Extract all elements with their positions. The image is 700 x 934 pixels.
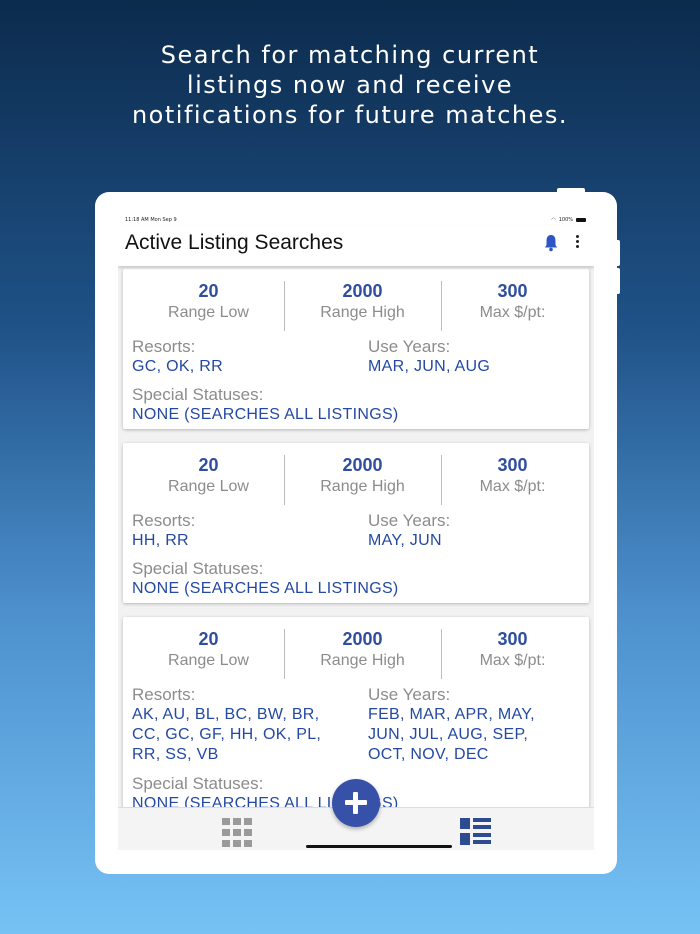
- list-view-icon[interactable]: [460, 818, 491, 845]
- range-high-stat: 2000 Range High: [285, 279, 440, 331]
- add-search-button[interactable]: [332, 779, 380, 827]
- use-years-label: Use Years:: [368, 685, 451, 704]
- status-bar: 11:18 AM Mon Sep 9 ◠ 100%: [118, 214, 594, 226]
- resorts-label: Resorts:: [132, 685, 196, 704]
- app-bar: Active Listing Searches: [118, 226, 594, 266]
- status-right: ◠ 100%: [551, 217, 586, 223]
- app-screen: 11:18 AM Mon Sep 9 ◠ 100% Active Listing…: [118, 214, 594, 850]
- resorts-label: Resorts:: [132, 511, 196, 530]
- grid-icon[interactable]: [222, 818, 253, 849]
- range-high-stat: 2000 Range High: [285, 453, 440, 505]
- range-low-stat: 20 Range Low: [131, 453, 286, 505]
- home-indicator: [306, 845, 452, 848]
- range-high-value: 2000: [342, 281, 383, 301]
- headline-line-2: listings now and receive: [186, 71, 514, 99]
- max-price-stat: 300 Max $/pt:: [435, 453, 590, 505]
- use-years-field: Use Years: MAY, JUN: [368, 511, 583, 551]
- use-years-value-line: FEB, MAR, APR, MAY,: [368, 706, 535, 723]
- range-low-value: 20: [198, 455, 219, 475]
- max-price-value: 300: [497, 281, 528, 301]
- resorts-value: GC, OK, RR: [132, 358, 224, 375]
- use-years-value-line: JUN, JUL, AUG, SEP,: [368, 726, 529, 743]
- resorts-field: Resorts: HH, RR: [132, 511, 352, 551]
- range-low-stat: 20 Range Low: [131, 627, 286, 679]
- max-price-label: Max $/pt:: [479, 304, 546, 321]
- range-low-value: 20: [198, 281, 219, 301]
- special-statuses-value: NONE (SEARCHES ALL LISTINGS): [132, 406, 399, 423]
- max-price-label: Max $/pt:: [479, 478, 546, 495]
- use-years-value-line: OCT, NOV, DEC: [368, 746, 489, 763]
- range-low-value: 20: [198, 629, 219, 649]
- page-title: Active Listing Searches: [125, 231, 344, 254]
- special-statuses-field: Special Statuses: NONE (SEARCHES ALL LIS…: [132, 385, 582, 425]
- max-price-label: Max $/pt:: [479, 652, 546, 669]
- battery-percent: 100%: [558, 217, 573, 223]
- search-card[interactable]: 20 Range Low 2000 Range High 300 Max $/p…: [123, 443, 589, 603]
- use-years-label: Use Years:: [368, 337, 451, 356]
- use-years-value: MAY, JUN: [368, 532, 442, 549]
- resorts-value: HH, RR: [132, 532, 189, 549]
- more-vertical-icon[interactable]: [574, 235, 580, 251]
- use-years-field: Use Years: MAR, JUN, AUG: [368, 337, 583, 377]
- range-stats: 20 Range Low 2000 Range High 300 Max $/p…: [123, 279, 589, 331]
- wifi-icon: ◠: [551, 217, 556, 223]
- special-statuses-value: NONE (SEARCHES ALL LISTINGS): [132, 580, 399, 597]
- special-statuses-label: Special Statuses:: [132, 559, 264, 578]
- use-years-label: Use Years:: [368, 511, 451, 530]
- max-price-value: 300: [497, 455, 528, 475]
- resorts-value-line: CC, GC, GF, HH, OK, PL,: [132, 726, 322, 743]
- headline-line-3: notifications for future matches.: [131, 101, 569, 129]
- range-low-label: Range Low: [168, 304, 249, 321]
- range-low-label: Range Low: [168, 652, 249, 669]
- special-statuses-field: Special Statuses: NONE (SEARCHES ALL LIS…: [132, 559, 582, 599]
- max-price-stat: 300 Max $/pt:: [435, 279, 590, 331]
- range-low-stat: 20 Range Low: [131, 279, 286, 331]
- range-stats: 20 Range Low 2000 Range High 300 Max $/p…: [123, 627, 589, 679]
- special-statuses-label: Special Statuses:: [132, 385, 264, 404]
- range-high-label: Range High: [320, 478, 405, 495]
- max-price-stat: 300 Max $/pt:: [435, 627, 590, 679]
- range-high-label: Range High: [320, 652, 405, 669]
- range-high-value: 2000: [342, 455, 383, 475]
- range-low-label: Range Low: [168, 478, 249, 495]
- range-high-stat: 2000 Range High: [285, 627, 440, 679]
- search-card[interactable]: 20 Range Low 2000 Range High 300 Max $/p…: [123, 269, 589, 429]
- tablet-frame: 11:18 AM Mon Sep 9 ◠ 100% Active Listing…: [95, 192, 617, 874]
- promo-headline: Search for matching current listings now…: [0, 40, 700, 130]
- use-years-field: Use Years: FEB, MAR, APR, MAY, JUN, JUL,…: [368, 685, 583, 765]
- bell-icon[interactable]: [544, 234, 558, 252]
- range-stats: 20 Range Low 2000 Range High 300 Max $/p…: [123, 453, 589, 505]
- battery-icon: [576, 218, 586, 222]
- range-high-label: Range High: [320, 304, 405, 321]
- max-price-value: 300: [497, 629, 528, 649]
- resorts-field: Resorts: GC, OK, RR: [132, 337, 352, 377]
- plus-icon-vertical: [353, 792, 358, 814]
- headline-line-1: Search for matching current: [160, 41, 540, 69]
- resorts-value-line: AK, AU, BL, BC, BW, BR,: [132, 706, 320, 723]
- resorts-field: Resorts: AK, AU, BL, BC, BW, BR, CC, GC,…: [132, 685, 357, 765]
- resorts-value-line: RR, SS, VB: [132, 746, 219, 763]
- resorts-label: Resorts:: [132, 337, 196, 356]
- status-time-date: 11:18 AM Mon Sep 9: [125, 217, 177, 223]
- search-list: 20 Range Low 2000 Range High 300 Max $/p…: [118, 269, 594, 807]
- use-years-value: MAR, JUN, AUG: [368, 358, 491, 375]
- range-high-value: 2000: [342, 629, 383, 649]
